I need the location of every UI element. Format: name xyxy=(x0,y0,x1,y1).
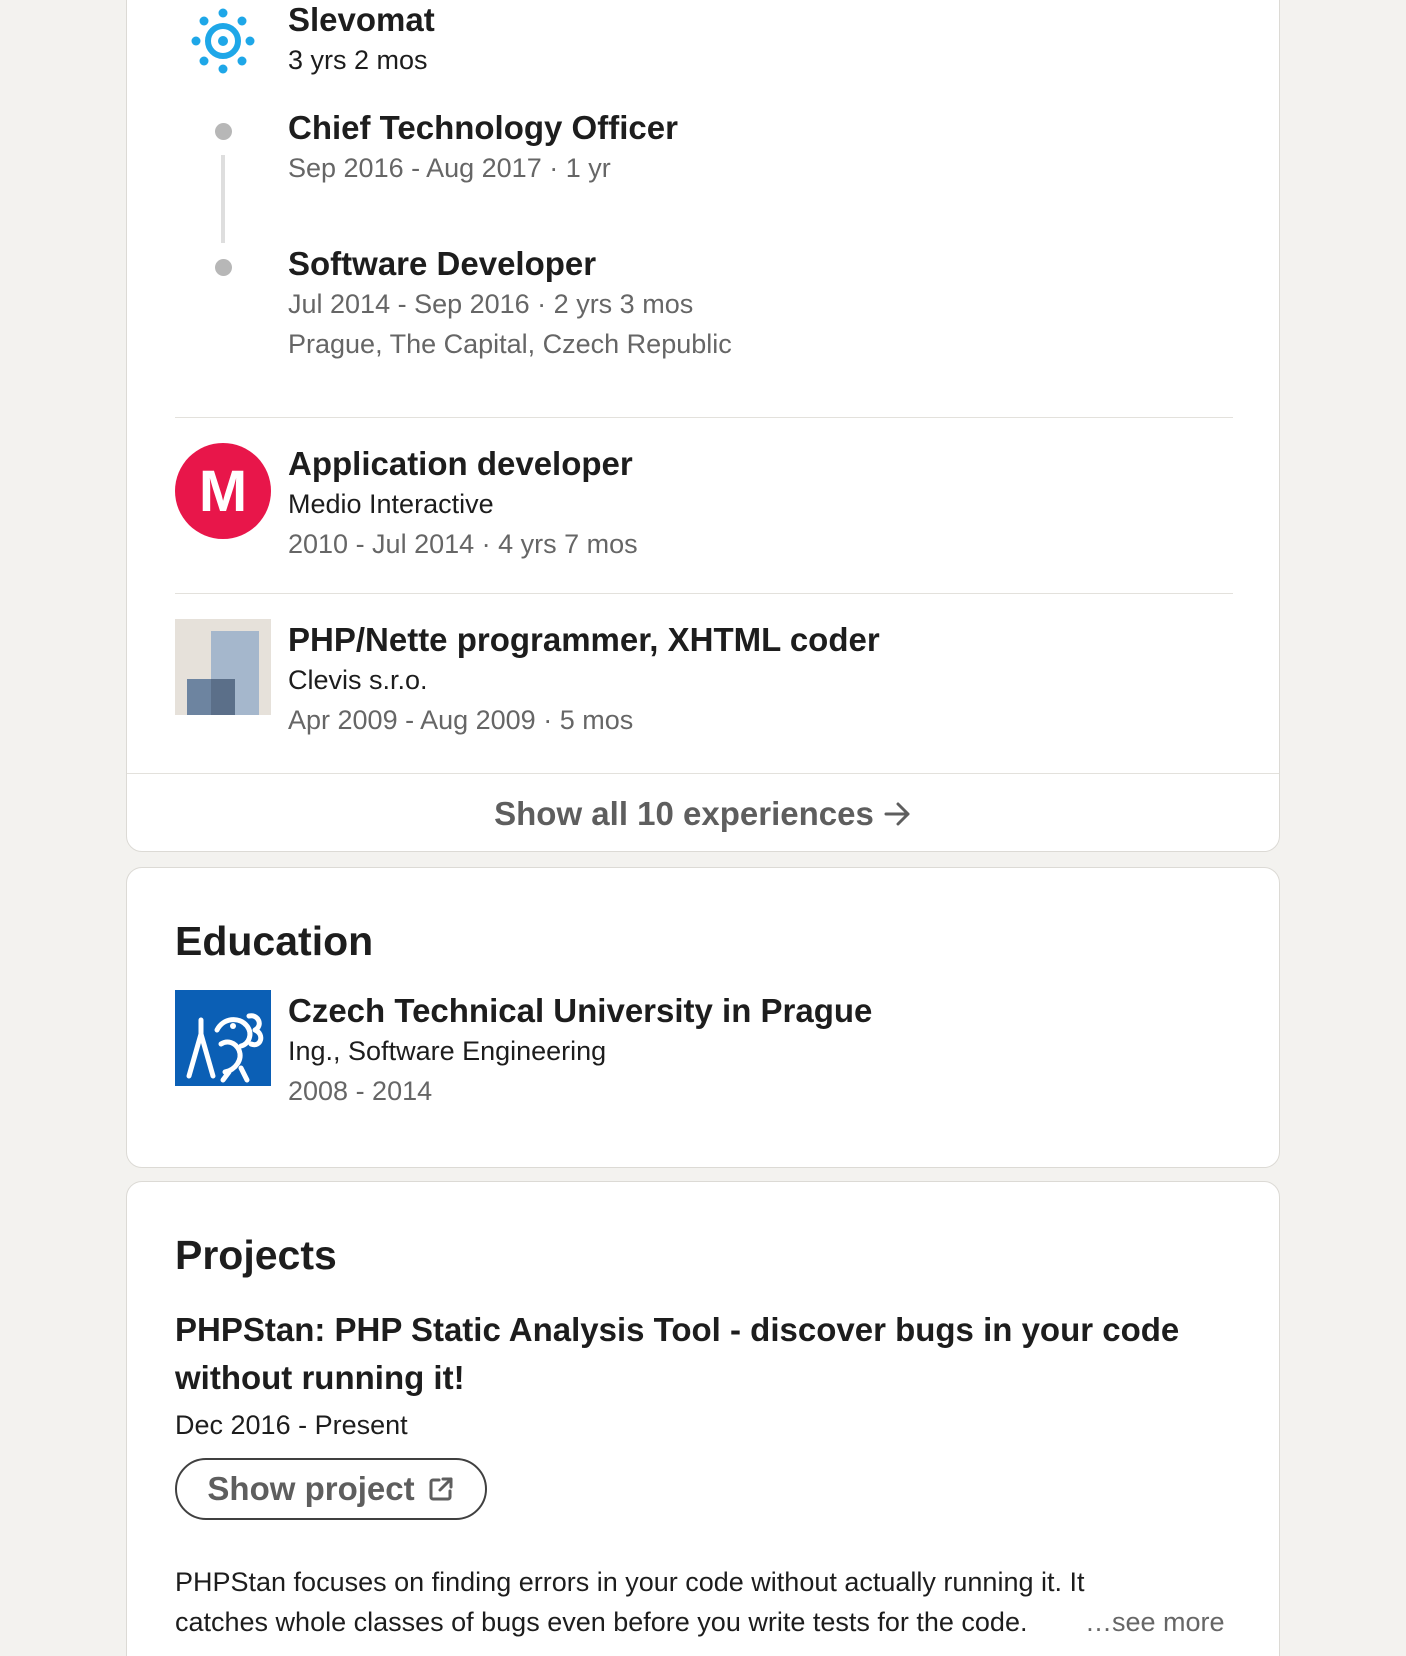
cvut-lion-logo xyxy=(175,990,271,1086)
timeline-dot xyxy=(215,123,232,140)
cvut-logo[interactable] xyxy=(175,990,271,1086)
description-line: PHPStan focuses on finding errors in you… xyxy=(175,1567,1085,1597)
divider xyxy=(175,593,1233,594)
show-project-button[interactable]: Show project xyxy=(175,1458,487,1520)
clevis-logo[interactable] xyxy=(175,619,271,715)
role-title[interactable]: Chief Technology Officer xyxy=(288,109,678,147)
job-title[interactable]: Application developer xyxy=(288,445,633,483)
company-duration: 3 yrs 2 mos xyxy=(288,45,428,75)
degree: Ing., Software Engineering xyxy=(288,1036,607,1066)
job-dates: 2010 - Jul 2014 · 4 yrs 7 mos xyxy=(288,529,638,559)
slevomat-gear-logo xyxy=(191,8,255,74)
project-title: PHPStan: PHP Static Analysis Tool - disc… xyxy=(175,1311,1180,1396)
projects-card: Projects PHPStan: PHP Static Analysis To… xyxy=(126,1181,1280,1656)
company-name[interactable]: Slevomat xyxy=(288,1,435,39)
project-dates: Dec 2016 - Present xyxy=(175,1410,408,1440)
medio-logo[interactable]: M xyxy=(175,443,271,539)
role-dates: Jul 2014 - Sep 2016 · 2 yrs 3 mos xyxy=(288,289,694,319)
arrow-right-icon xyxy=(884,801,912,827)
section-heading: Education xyxy=(175,918,374,964)
experience-card: Slevomat 3 yrs 2 mos Chief Technology Of… xyxy=(126,0,1280,852)
company-name[interactable]: Clevis s.r.o. xyxy=(288,665,428,696)
show-all-experiences-button[interactable]: Show all 10 experiences xyxy=(127,773,1279,851)
section-heading: Projects xyxy=(175,1232,337,1278)
show-project-label: Show project xyxy=(207,1470,415,1507)
placeholder-company-logo xyxy=(175,619,271,715)
role-title[interactable]: Software Developer xyxy=(288,245,596,283)
divider xyxy=(175,417,1233,418)
show-all-label: Show all 10 experiences xyxy=(494,794,874,832)
education-card: Education Czech Technical University in … xyxy=(126,867,1280,1168)
medio-m-logo: M xyxy=(175,443,271,539)
external-link-icon xyxy=(427,1475,455,1503)
job-dates: Apr 2009 - Aug 2009 · 5 mos xyxy=(288,705,634,735)
company-name[interactable]: Medio Interactive xyxy=(288,489,494,520)
timeline-dot xyxy=(215,259,232,276)
slevomat-logo[interactable] xyxy=(175,1,271,97)
education-dates: 2008 - 2014 xyxy=(288,1076,433,1106)
role-location: Prague, The Capital, Czech Republic xyxy=(288,329,732,359)
medio-logo-letter: M xyxy=(199,459,247,524)
role-dates: Sep 2016 - Aug 2017 · 1 yr xyxy=(288,153,611,183)
see-more-link[interactable]: …see more xyxy=(1085,1602,1225,1642)
timeline-connector xyxy=(221,155,225,243)
project-description: PHPStan focuses on finding errors in you… xyxy=(175,1562,1229,1642)
description-line: catches whole classes of bugs even befor… xyxy=(175,1607,1028,1637)
school-name[interactable]: Czech Technical University in Prague xyxy=(288,992,872,1030)
job-title[interactable]: PHP/Nette programmer, XHTML coder xyxy=(288,621,880,659)
